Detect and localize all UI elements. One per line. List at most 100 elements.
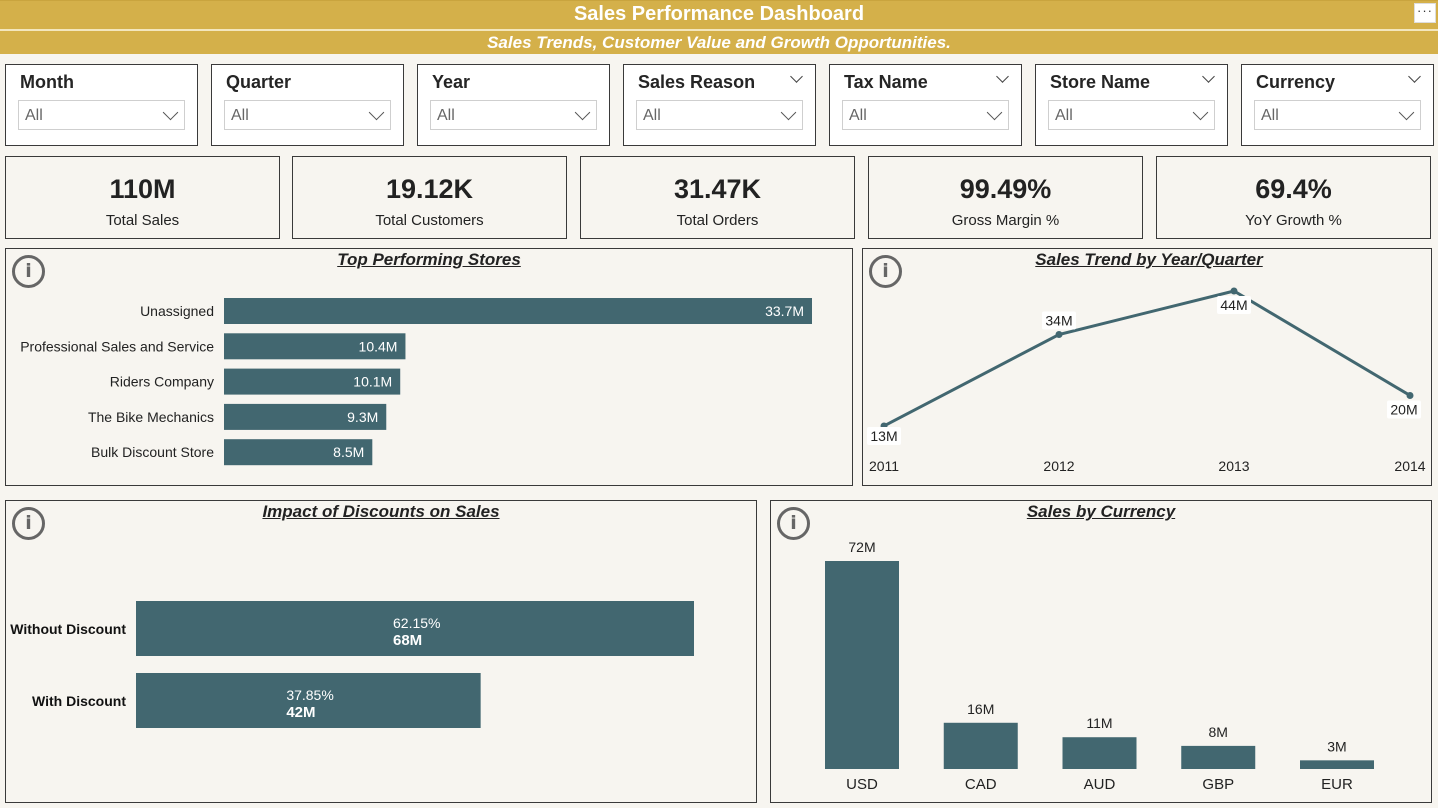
more-options-icon[interactable]: ···: [1414, 3, 1436, 23]
trend-x-tick: 2013: [1218, 458, 1249, 474]
store-bar[interactable]: [224, 298, 812, 324]
slicer-label: Sales Reason: [638, 72, 756, 92]
chevron-down-icon: [780, 104, 797, 121]
slicer-value: All: [231, 107, 249, 124]
discount-percent-label: 37.85%: [286, 687, 333, 703]
store-label: Bulk Discount Store: [91, 444, 214, 460]
currency-x-tick: AUD: [1084, 776, 1116, 793]
store-label: The Bike Mechanics: [88, 409, 214, 425]
chevron-down-icon: [1192, 104, 1209, 121]
slicer-value: All: [437, 107, 455, 124]
discounts-chart: Without Discount 62.15%68M With Discount 37…: [10, 601, 694, 728]
kpi-caption: Total Orders: [676, 212, 759, 229]
slicer-value: All: [25, 107, 43, 124]
slicer-dropdown[interactable]: All: [842, 100, 1009, 130]
kpi-caption: Total Sales: [105, 212, 180, 229]
dashboard-header: Sales Performance Dashboard Sales Trends…: [0, 0, 1438, 54]
slicer-value: All: [849, 107, 867, 124]
currency-chart: 72M USD 16M CAD 11M AUD 8M GBP 3M EUR: [825, 539, 1374, 793]
kpi-caption: YoY Growth %: [1245, 212, 1342, 229]
trend-data-label: 20M: [1390, 401, 1417, 417]
store-label: Professional Sales and Service: [20, 338, 214, 354]
kpi-card-yoy-growth: 69.4% YoY Growth %: [1156, 156, 1431, 239]
slicer-dropdown[interactable]: All: [1048, 100, 1215, 130]
discount-category-label: With Discount: [32, 693, 126, 709]
slicer-value: All: [1055, 107, 1073, 124]
slicer-dropdown[interactable]: All: [636, 100, 803, 130]
slicer-year: Year All: [417, 64, 610, 146]
slicer-label: Store Name: [1050, 72, 1151, 92]
currency-bar-value: 8M: [1209, 724, 1228, 740]
kpi-card-total-customers: 19.12K Total Customers: [292, 156, 567, 239]
trend-point[interactable]: [1055, 331, 1063, 339]
slicer-month: Month All: [5, 64, 198, 146]
slicer-dropdown[interactable]: All: [224, 100, 391, 130]
currency-x-tick: GBP: [1202, 776, 1234, 793]
top-stores-chart: Unassigned 33.7M Professional Sales and Se…: [20, 298, 812, 466]
sales-trend-panel: i Sales Trend by Year/Quarter 13M 2011 34M…: [862, 248, 1432, 486]
slicer-quarter: Quarter All: [211, 64, 404, 146]
chevron-down-icon[interactable]: [1202, 70, 1215, 83]
slicer-store-name: Store Name All: [1035, 64, 1228, 146]
trend-point[interactable]: [1230, 287, 1238, 295]
slicer-tax-name: Tax Name All: [829, 64, 1022, 146]
chevron-down-icon: [986, 104, 1003, 121]
kpi-value: 99.49%: [959, 174, 1052, 204]
slicer-dropdown[interactable]: All: [18, 100, 185, 130]
header-divider: [0, 29, 1438, 31]
discount-category-label: Without Discount: [10, 621, 126, 637]
store-label: Riders Company: [110, 374, 214, 390]
currency-bar[interactable]: [943, 722, 1018, 769]
discount-value-label: 68M: [393, 632, 422, 649]
trend-x-tick: 2012: [1043, 458, 1074, 474]
slicer-label: Year: [432, 72, 471, 92]
chevron-down-icon[interactable]: [1408, 70, 1421, 83]
kpi-value: 69.4%: [1255, 174, 1332, 204]
chevron-down-icon: [574, 104, 591, 121]
kpi-card-gross-margin: 99.49% Gross Margin %: [868, 156, 1143, 239]
slicer-sales-reason: Sales Reason All: [623, 64, 816, 146]
slicer-dropdown[interactable]: All: [1254, 100, 1421, 130]
chevron-down-icon[interactable]: [996, 70, 1009, 83]
kpi-value: 110M: [109, 174, 176, 204]
store-bar-value: 33.7M: [765, 303, 804, 319]
kpi-card-total-sales: 110M Total Sales: [5, 156, 280, 239]
currency-bar[interactable]: [1062, 737, 1137, 769]
slicer-value: All: [1261, 107, 1279, 124]
store-label: Unassigned: [140, 303, 214, 319]
chevron-down-icon[interactable]: [790, 70, 803, 83]
trend-data-label: 34M: [1045, 313, 1072, 329]
slicer-dropdown[interactable]: All: [430, 100, 597, 130]
store-bar-value: 10.4M: [359, 338, 398, 354]
top-stores-panel: i Top Performing Stores Unassigned 33.7M P…: [5, 248, 853, 486]
trend-x-tick: 2014: [1394, 458, 1425, 474]
slicer-label: Tax Name: [844, 72, 928, 92]
chevron-down-icon: [1398, 104, 1415, 121]
chevron-down-icon: [162, 104, 179, 121]
kpi-card-total-orders: 31.47K Total Orders: [580, 156, 855, 239]
currency-bar-value: 3M: [1327, 738, 1346, 754]
trend-data-label: 44M: [1220, 297, 1247, 313]
currency-bar[interactable]: [1181, 745, 1256, 769]
currency-bar[interactable]: [1300, 760, 1374, 769]
slicer-label: Currency: [1256, 72, 1336, 92]
currency-bar-value: 72M: [848, 539, 875, 555]
currency-x-tick: CAD: [965, 776, 997, 793]
slicer-value: All: [643, 107, 661, 124]
currency-panel: i Sales by Currency 72M USD 16M CAD 11M AUD 8M…: [770, 500, 1432, 803]
store-bar-value: 8.5M: [333, 444, 364, 460]
kpi-value: 31.47K: [673, 174, 762, 204]
store-bar-value: 10.1M: [353, 374, 392, 390]
discounts-panel: i Impact of Discounts on Sales Without D…: [5, 500, 757, 803]
dashboard-subtitle: Sales Trends, Customer Value and Growth …: [487, 33, 951, 52]
sales-trend-chart: 13M 2011 34M 2012 44M 2013 20M 2014: [867, 287, 1426, 474]
store-bar-value: 9.3M: [347, 409, 378, 425]
trend-line: [883, 289, 1411, 428]
dashboard-title: Sales Performance Dashboard: [573, 3, 865, 25]
currency-x-tick: EUR: [1321, 776, 1353, 793]
trend-data-label: 13M: [870, 428, 897, 444]
slicer-currency: Currency All: [1241, 64, 1434, 146]
currency-bar[interactable]: [825, 561, 899, 769]
kpi-caption: Total Customers: [375, 212, 484, 229]
trend-point[interactable]: [1406, 391, 1414, 399]
